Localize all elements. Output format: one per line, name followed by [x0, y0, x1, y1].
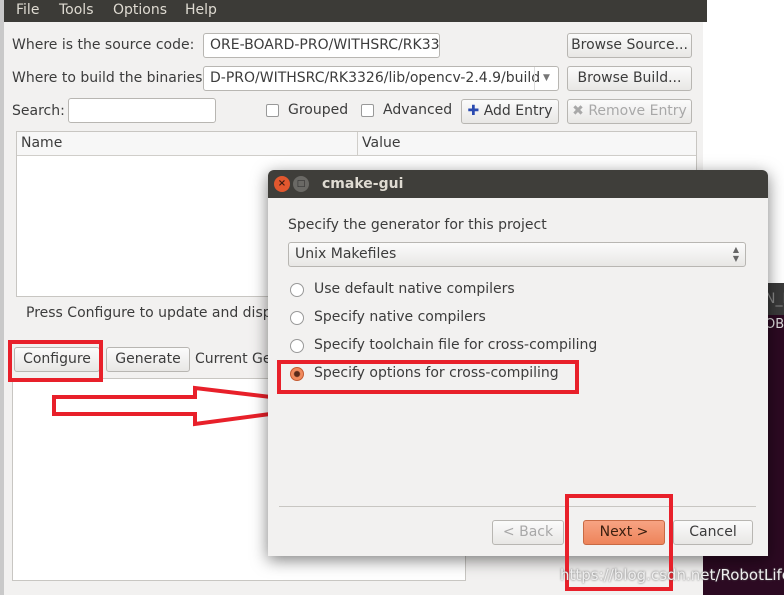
generate-button[interactable]: Generate — [106, 347, 190, 372]
add-entry-button[interactable]: ✚ Add Entry — [461, 99, 559, 124]
menu-bar: File Tools Options Help — [4, 0, 707, 22]
browse-build-button[interactable]: Browse Build... — [567, 66, 692, 91]
source-path-input[interactable]: ORE-BOARD-PRO/WITHSRC/RK3326/lib/opencv-… — [203, 33, 440, 58]
advanced-checkbox[interactable] — [361, 104, 374, 117]
dialog-title: cmake-gui — [322, 176, 404, 192]
radio-toolchain-file[interactable] — [290, 339, 304, 353]
dropdown-arrow-icon[interactable]: ▼ — [534, 67, 558, 90]
remove-entry-button[interactable]: ✖ Remove Entry — [567, 99, 692, 124]
add-entry-label: Add Entry — [483, 103, 553, 119]
menu-help[interactable]: Help — [185, 2, 217, 18]
column-name[interactable]: Name — [21, 135, 62, 151]
menu-options[interactable]: Options — [113, 2, 167, 18]
option-native-compilers-label: Specify native compilers — [314, 309, 486, 325]
option-default-compilers-label: Use default native compilers — [314, 281, 515, 297]
dialog-divider — [279, 506, 756, 507]
option-toolchain-file-label: Specify toolchain file for cross-compili… — [314, 337, 598, 353]
plus-icon: ✚ — [467, 103, 480, 119]
generator-value: Unix Makefiles — [295, 246, 397, 262]
cancel-button[interactable]: Cancel — [673, 520, 753, 545]
grouped-checkbox[interactable] — [266, 104, 279, 117]
close-icon[interactable]: × — [274, 176, 290, 192]
browse-source-button[interactable]: Browse Source... — [567, 33, 692, 58]
build-path-value: D-PRO/WITHSRC/RK3326/lib/opencv-2.4.9/bu… — [210, 70, 541, 86]
build-label: Where to build the binaries: — [12, 70, 208, 86]
watermark: https://blog.csdn.net/RobotLife — [560, 566, 784, 584]
configure-hint: Press Configure to update and displa — [26, 305, 285, 321]
table-header: Name Value — [17, 132, 696, 156]
grouped-label: Grouped — [288, 102, 349, 118]
maximize-icon[interactable]: □ — [293, 176, 309, 192]
search-input[interactable] — [68, 98, 216, 123]
spinner-arrows-icon: ▲ ▼ — [732, 245, 739, 263]
advanced-label: Advanced — [383, 102, 453, 118]
remove-entry-label: Remove Entry — [588, 103, 687, 119]
radio-native-compilers[interactable] — [290, 311, 304, 325]
generator-select[interactable]: Unix Makefiles ▲ ▼ — [288, 242, 746, 267]
annotation-box-configure — [8, 340, 103, 382]
source-label: Where is the source code: — [12, 37, 195, 53]
dialog-titlebar: × □ cmake-gui — [268, 170, 768, 198]
generator-prompt: Specify the generator for this project — [288, 217, 547, 233]
search-label: Search: — [12, 103, 65, 119]
radio-default-compilers[interactable] — [290, 283, 304, 297]
menu-tools[interactable]: Tools — [59, 2, 94, 18]
annotation-box-option — [277, 360, 579, 394]
current-generator-label: Current Ge — [195, 351, 272, 367]
x-icon: ✖ — [572, 103, 584, 119]
menu-file[interactable]: File — [16, 2, 39, 18]
back-button[interactable]: < Back — [492, 520, 564, 545]
column-value[interactable]: Value — [357, 132, 400, 155]
build-path-combo[interactable]: D-PRO/WITHSRC/RK3326/lib/opencv-2.4.9/bu… — [203, 66, 559, 91]
